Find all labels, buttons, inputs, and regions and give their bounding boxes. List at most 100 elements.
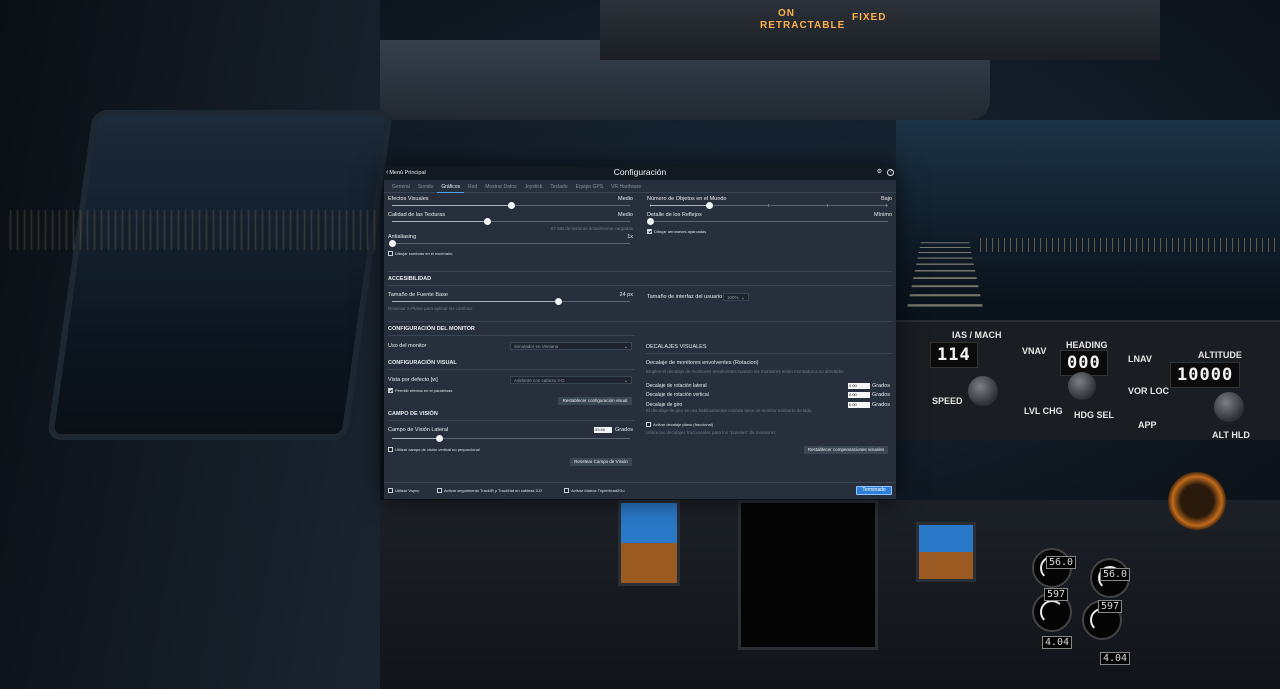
tab-red[interactable]: Red [464,180,481,193]
tab-teclado[interactable]: Teclado [546,180,571,193]
monitor-usage-label: Uso del monitor [388,343,427,349]
nonproportional-fov-checkbox[interactable]: Utilizar campo de visión vertical no pro… [388,447,480,452]
overhead-retractable-label: RETRACTABLE [760,20,846,31]
mcp-altitude-label: ALTITUDE [1198,350,1242,360]
roll-offset-note: El decalaje de giro se usa habitualmente… [646,408,813,413]
trackir-checkbox[interactable]: Activar seguimiento TrackIR y TrackHat e… [437,488,542,493]
done-button[interactable]: Terminado [856,486,892,495]
parked-aircraft-checkbox[interactable]: Dibujar aeronaves aparcadas [647,229,706,234]
fov-heading: CAMPO DE VISIÓN [388,411,438,417]
tab-mostrar-datos[interactable]: Mostrar Datos [481,180,520,193]
dialog-title: Configuración [613,167,667,177]
vertical-offset-unit: Grados [872,392,891,398]
parked-aircraft-box[interactable] [647,229,652,234]
tab-sonido[interactable]: Sonido [414,180,438,193]
triplehead-checkbox[interactable]: Activar Matrox TripleHead2Go [564,488,625,493]
vsync-box[interactable] [388,488,393,493]
tab-vr-hardware[interactable]: VR Hardware [607,180,645,193]
tab-joystick[interactable]: Joystick [521,180,547,193]
texture-quality-slider[interactable] [392,218,630,225]
windshield-effects-checkbox[interactable]: Permitir efectos en el parabrisas [388,388,452,393]
trackir-label: Activar seguimiento TrackIR y TrackHat e… [444,488,543,493]
draw-shadows-box[interactable] [388,251,393,256]
lateral-offset-label: Decalaje de rotación lateral [646,383,707,389]
mcp-speed-button: SPEED [932,396,963,406]
city-lights-left [10,210,380,250]
reset-fov-button[interactable]: Resetear Campo de Visión [570,458,632,466]
ui-size-label: Tamaño de interfaz del usuario [647,294,723,300]
city-lights-right [980,238,1280,252]
wrap-offsets-description: Emplee el decalaje de monitores envolven… [646,369,845,374]
dialog-titlebar: ‹ Menú Principal Configuración ⚙ ? [384,166,896,180]
speed-knob [968,376,998,406]
antialiasing-slider[interactable] [388,240,630,247]
reset-visual-config-button[interactable]: Restablecer configuración visual [558,397,632,405]
overhead-on-label: ON [778,8,795,19]
help-icon[interactable]: ? [887,169,894,176]
divider [388,271,892,272]
weather-radar-knob [1168,472,1226,530]
lateral-fov-unit: Grados [615,427,634,433]
mcp-ias-label: IAS / MACH [952,330,1002,340]
tab-general[interactable]: General [388,180,414,193]
tab-equipo-gps[interactable]: Equipo GPS [572,180,608,193]
roll-offset-unit: Grados [872,402,891,408]
mcp-app-button: APP [1138,420,1157,430]
nonproportional-fov-box[interactable] [388,447,393,452]
nonproportional-fov-label: Utilizar campo de visión vertical no pro… [395,447,480,452]
tab-graficos[interactable]: Gráficos [437,180,464,193]
divider [388,335,635,336]
flat-offset-box[interactable] [646,422,651,427]
triplehead-box[interactable] [564,488,569,493]
world-objects-slider[interactable] [650,202,888,209]
vsync-checkbox[interactable]: Utilizar Vsync [388,488,419,493]
n1-left-value: 56.0 [1046,556,1077,569]
mcp-althld-button: ALT HLD [1212,430,1250,440]
ui-size-select[interactable]: 100% ⌄ [723,293,749,301]
sliders-icon[interactable]: ⚙ [876,169,883,176]
chevron-down-icon: ⌄ [623,344,628,350]
divider [388,321,892,322]
default-view-value: Adelante con cabeza 3-D [514,378,565,383]
mcp-ias-display: 114 [930,342,978,368]
lateral-fov-slider[interactable] [392,435,630,442]
draw-shadows-label: Dibujar sombras en el escenario [395,251,453,256]
triplehead-label: Activar Matrox TripleHead2Go [571,488,625,493]
roll-offset-input[interactable]: 0.00 [848,402,870,408]
windshield-effects-box[interactable] [388,388,393,393]
chevron-down-icon: ⌄ [623,378,628,384]
vertical-offset-label: Decalaje de rotación vertical [646,392,709,398]
default-view-select[interactable]: Adelante con cabeza 3-D ⌄ [510,376,632,384]
wrap-offsets-title: Decalaje de monitores envolventes (Rotac… [646,360,759,366]
lateral-fov-label: Campo de Visión Lateral [388,427,449,433]
mcp-vnav-button: VNAV [1022,346,1047,356]
standby-attitude [916,522,976,582]
parked-aircraft-label: Dibujar aeronaves aparcadas [654,229,707,234]
default-view-label: Vista por defecto [w] [388,377,438,383]
mcp-lvlchg-button: LVL CHG [1024,406,1063,416]
flat-offset-label: Activar decalaje plano (fraccional) [653,422,714,427]
ff-right-value: 4.04 [1100,652,1131,665]
navigation-display [738,500,878,650]
draw-shadows-checkbox[interactable]: Dibujar sombras en el escenario [388,251,452,256]
vertical-offset-input[interactable]: 0.00 [848,392,870,398]
reflections-slider[interactable] [646,218,888,225]
mcp-hdgsel-button: HDG SEL [1074,410,1115,420]
lateral-fov-input[interactable]: 53.50 [594,427,612,433]
ui-size-value: 100% [727,295,739,300]
trackir-box[interactable] [437,488,442,493]
lateral-offset-input[interactable]: 0.00 [848,383,870,389]
visual-offsets-heading: DECALAJES VISUALES [646,344,707,350]
font-size-slider[interactable] [392,298,630,305]
ff-left-value: 4.04 [1042,636,1073,649]
divider [388,369,635,370]
reset-visual-offsets-button[interactable]: Restablecer compensaciones visuales [804,446,888,454]
monitor-usage-select[interactable]: Simulador en Ventana ⌄ [510,342,632,350]
windshield-effects-label: Permitir efectos en el parabrisas [395,388,453,393]
flat-offset-checkbox[interactable]: Activar decalaje plano (fraccional) [646,422,713,427]
visual-effects-slider[interactable] [392,202,630,209]
accessibility-heading: ACCESIBILIDAD [388,276,432,282]
restart-note: Reiniciar X-Plane para aplicar los cambi… [388,306,473,311]
mcp-lnav-button: LNAV [1128,354,1152,364]
mcp-altitude-display: 10000 [1170,362,1241,388]
